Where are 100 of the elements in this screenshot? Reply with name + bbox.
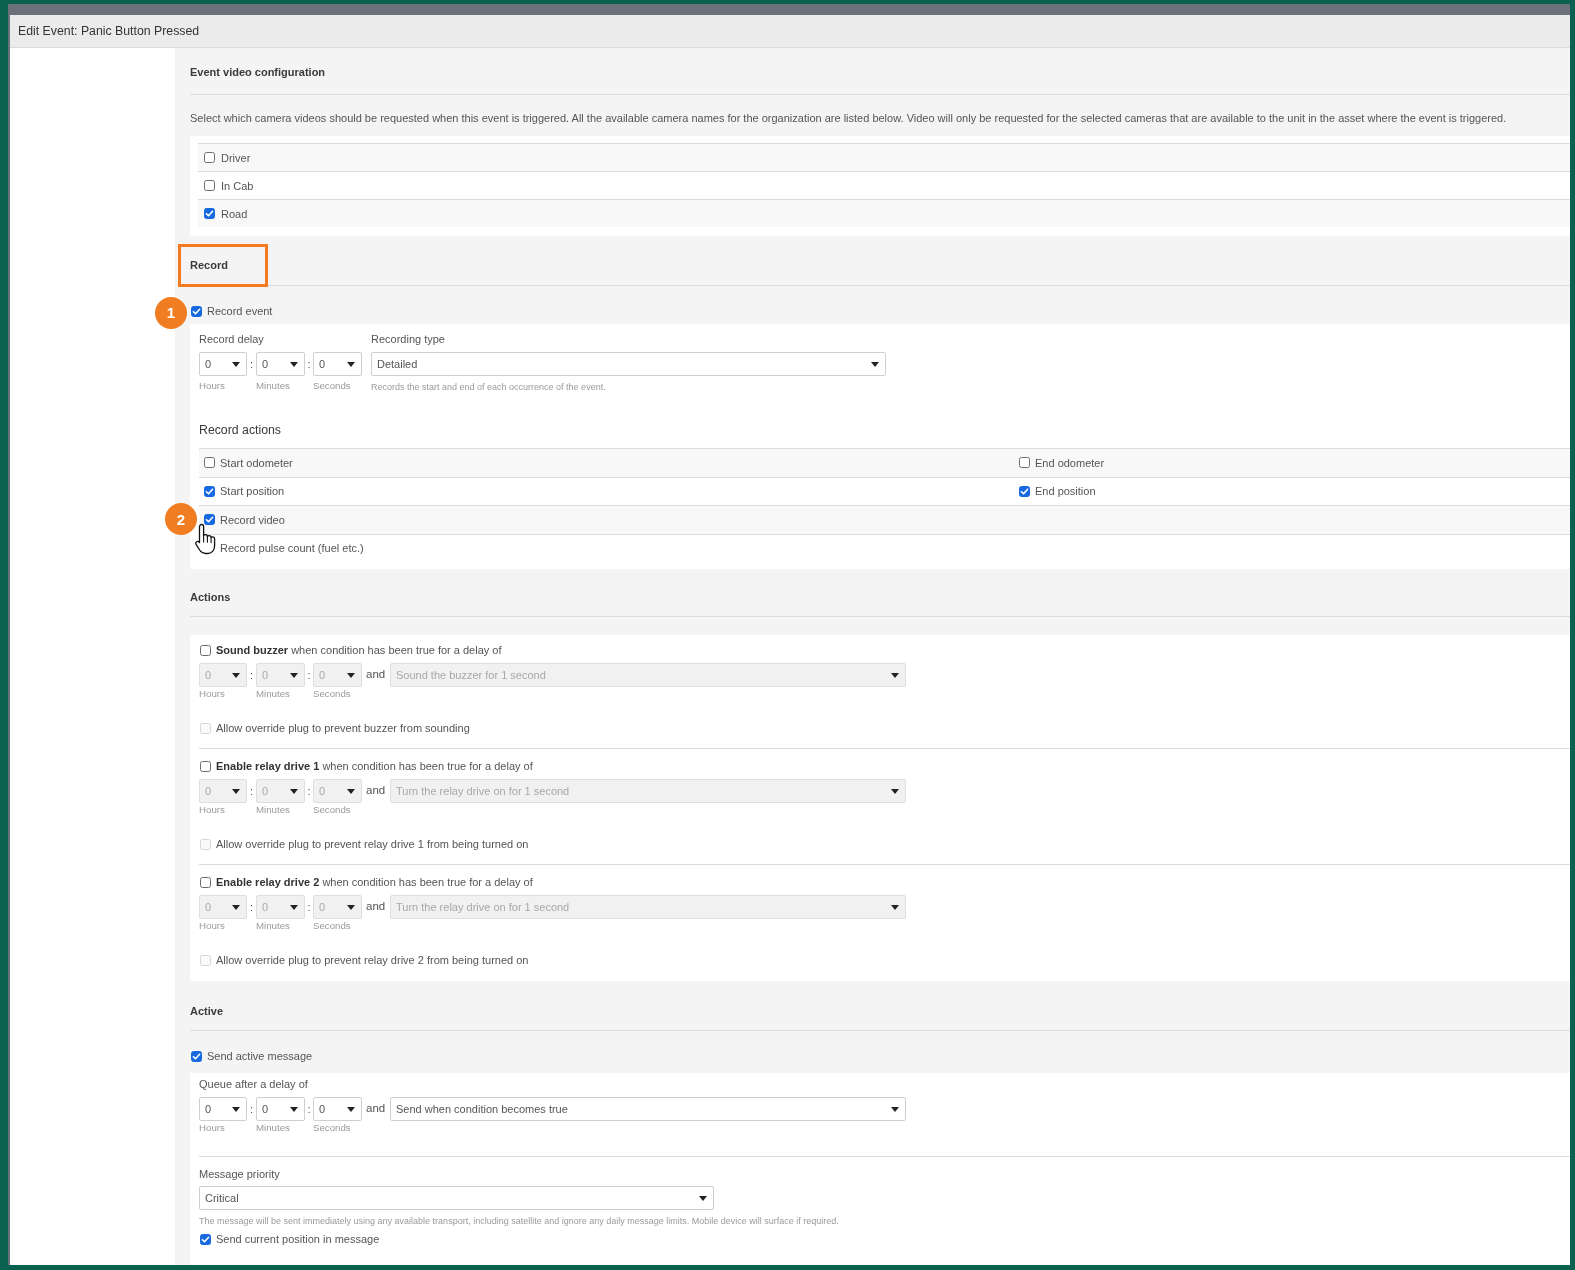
caret-icon xyxy=(347,904,355,910)
priority-select[interactable]: Critical xyxy=(199,1186,714,1210)
field-label: Recording type xyxy=(371,332,446,347)
checkbox-label: End odometer xyxy=(1035,455,1105,471)
checkbox[interactable] xyxy=(204,457,215,469)
checkbox[interactable] xyxy=(204,152,215,163)
caret-icon xyxy=(871,361,879,367)
field-label: Record delay xyxy=(199,332,265,347)
checkbox[interactable] xyxy=(204,514,215,526)
seconds-select[interactable]: 0 xyxy=(313,1097,362,1121)
section-heading: Record xyxy=(190,259,228,271)
help-text: Records the start and end of each occurrence of the event. xyxy=(371,381,607,393)
checkbox-label: End position xyxy=(1035,484,1096,500)
unit-label: Seconds xyxy=(313,1122,352,1134)
checkbox-label: Sound buzzer when condition has been true for a delay of xyxy=(216,643,502,658)
seconds-select[interactable]: 0 xyxy=(313,352,362,376)
unit-label: Seconds xyxy=(313,920,352,932)
caret-icon xyxy=(347,672,355,678)
checkbox-label: In Cab xyxy=(221,178,254,194)
subsection-heading: Record actions xyxy=(199,422,283,439)
description-text: Select which camera videos should be requested when this event is triggered. All the available camera names for the organization are listed below. Video will only be requested for the selected cameras that are available to the unit in the asset where the event is triggered. xyxy=(190,111,1508,126)
unit-label: Hours xyxy=(199,1122,226,1134)
unit-label: Minutes xyxy=(256,380,291,392)
unit-label: Hours xyxy=(199,688,226,700)
recording-type-select[interactable]: Detailed xyxy=(371,352,886,376)
unit-label: Seconds xyxy=(313,688,352,700)
section-heading: Event video configuration xyxy=(190,66,326,78)
unit-label: Hours xyxy=(199,380,226,392)
checkbox[interactable] xyxy=(1019,485,1030,497)
window-title: Edit Event: Panic Button Pressed xyxy=(18,24,200,38)
checkbox-label: Record video xyxy=(220,512,285,528)
caret-icon xyxy=(232,672,240,678)
checkbox-label: Enable relay drive 2 when condition has been true for a delay of xyxy=(216,875,533,890)
checkbox[interactable] xyxy=(204,485,215,497)
caret-icon xyxy=(891,672,899,678)
caret-icon xyxy=(699,1195,707,1201)
conjunction-text: and xyxy=(365,667,387,682)
caret-icon xyxy=(290,672,298,678)
hours-select[interactable]: 0 xyxy=(199,352,247,376)
time-separator: : xyxy=(306,668,312,683)
minutes-select[interactable]: 0 xyxy=(256,352,305,376)
caret-icon xyxy=(290,788,298,794)
unit-label: Seconds xyxy=(313,804,352,816)
checkbox-label: Allow override plug to prevent relay drive 2 from being turned on xyxy=(216,953,529,968)
unit-label: Minutes xyxy=(256,1122,291,1134)
checkbox[interactable] xyxy=(204,208,215,219)
caret-icon xyxy=(290,904,298,910)
caret-icon xyxy=(290,361,298,367)
unit-label: Seconds xyxy=(313,380,352,392)
caret-icon xyxy=(232,788,240,794)
conjunction-text: and xyxy=(365,899,387,914)
caret-icon xyxy=(347,361,355,367)
caret-icon xyxy=(232,904,240,910)
time-separator: : xyxy=(248,900,255,915)
time-separator: : xyxy=(306,1102,312,1117)
checkbox-label: Start odometer xyxy=(220,455,293,471)
checkbox-label: Start position xyxy=(220,484,285,500)
checkbox[interactable] xyxy=(200,1233,211,1245)
checkbox-label: Record event xyxy=(207,304,273,319)
time-separator: : xyxy=(306,357,312,372)
field-label: Message priority xyxy=(199,1167,281,1182)
checkbox-label: Enable relay drive 1 when condition has been true for a delay of xyxy=(216,759,533,774)
conjunction-text: and xyxy=(365,1101,387,1116)
caret-icon xyxy=(891,1106,899,1112)
caret-icon xyxy=(347,788,355,794)
checkbox-label: Allow override plug to prevent relay drive 1 from being turned on xyxy=(216,837,529,852)
checkbox-label: Road xyxy=(221,206,248,222)
checkbox[interactable] xyxy=(204,180,215,191)
unit-label: Hours xyxy=(199,804,226,816)
checkbox-label: Send current position in message xyxy=(216,1232,380,1247)
caret-icon xyxy=(347,1106,355,1112)
checkbox[interactable] xyxy=(191,305,202,317)
caret-icon xyxy=(891,904,899,910)
checkbox-label: Send active message xyxy=(207,1049,313,1064)
unit-label: Minutes xyxy=(256,688,291,700)
checkbox-label: Driver xyxy=(221,150,251,166)
condition-select[interactable]: Send when condition becomes true xyxy=(390,1097,906,1121)
time-separator: : xyxy=(248,668,255,683)
minutes-select[interactable]: 0 xyxy=(256,1097,305,1121)
help-text: The message will be sent immediately using any available transport, including satellite and ignore any daily message limits. Mobile device will surface if required. xyxy=(199,1215,840,1227)
hours-select[interactable]: 0 xyxy=(199,1097,247,1121)
section-heading: Active xyxy=(190,1005,224,1017)
checkbox[interactable] xyxy=(191,1050,202,1062)
caret-icon xyxy=(290,1106,298,1112)
field-label: Queue after a delay of xyxy=(199,1077,309,1092)
checkbox-label: Record pulse count (fuel etc.) xyxy=(220,541,364,557)
checkbox[interactable] xyxy=(1019,457,1030,469)
checkbox-label: Allow override plug to prevent buzzer from sounding xyxy=(216,721,470,736)
caret-icon xyxy=(232,361,240,367)
time-separator: : xyxy=(248,357,255,372)
time-separator: : xyxy=(248,1102,255,1117)
time-separator: : xyxy=(306,900,312,915)
unit-label: Minutes xyxy=(256,804,291,816)
time-separator: : xyxy=(248,784,255,799)
caret-icon xyxy=(232,1106,240,1112)
section-heading: Actions xyxy=(190,591,231,603)
time-separator: : xyxy=(306,784,312,799)
caret-icon xyxy=(891,788,899,794)
conjunction-text: and xyxy=(365,783,387,798)
unit-label: Hours xyxy=(199,920,226,932)
